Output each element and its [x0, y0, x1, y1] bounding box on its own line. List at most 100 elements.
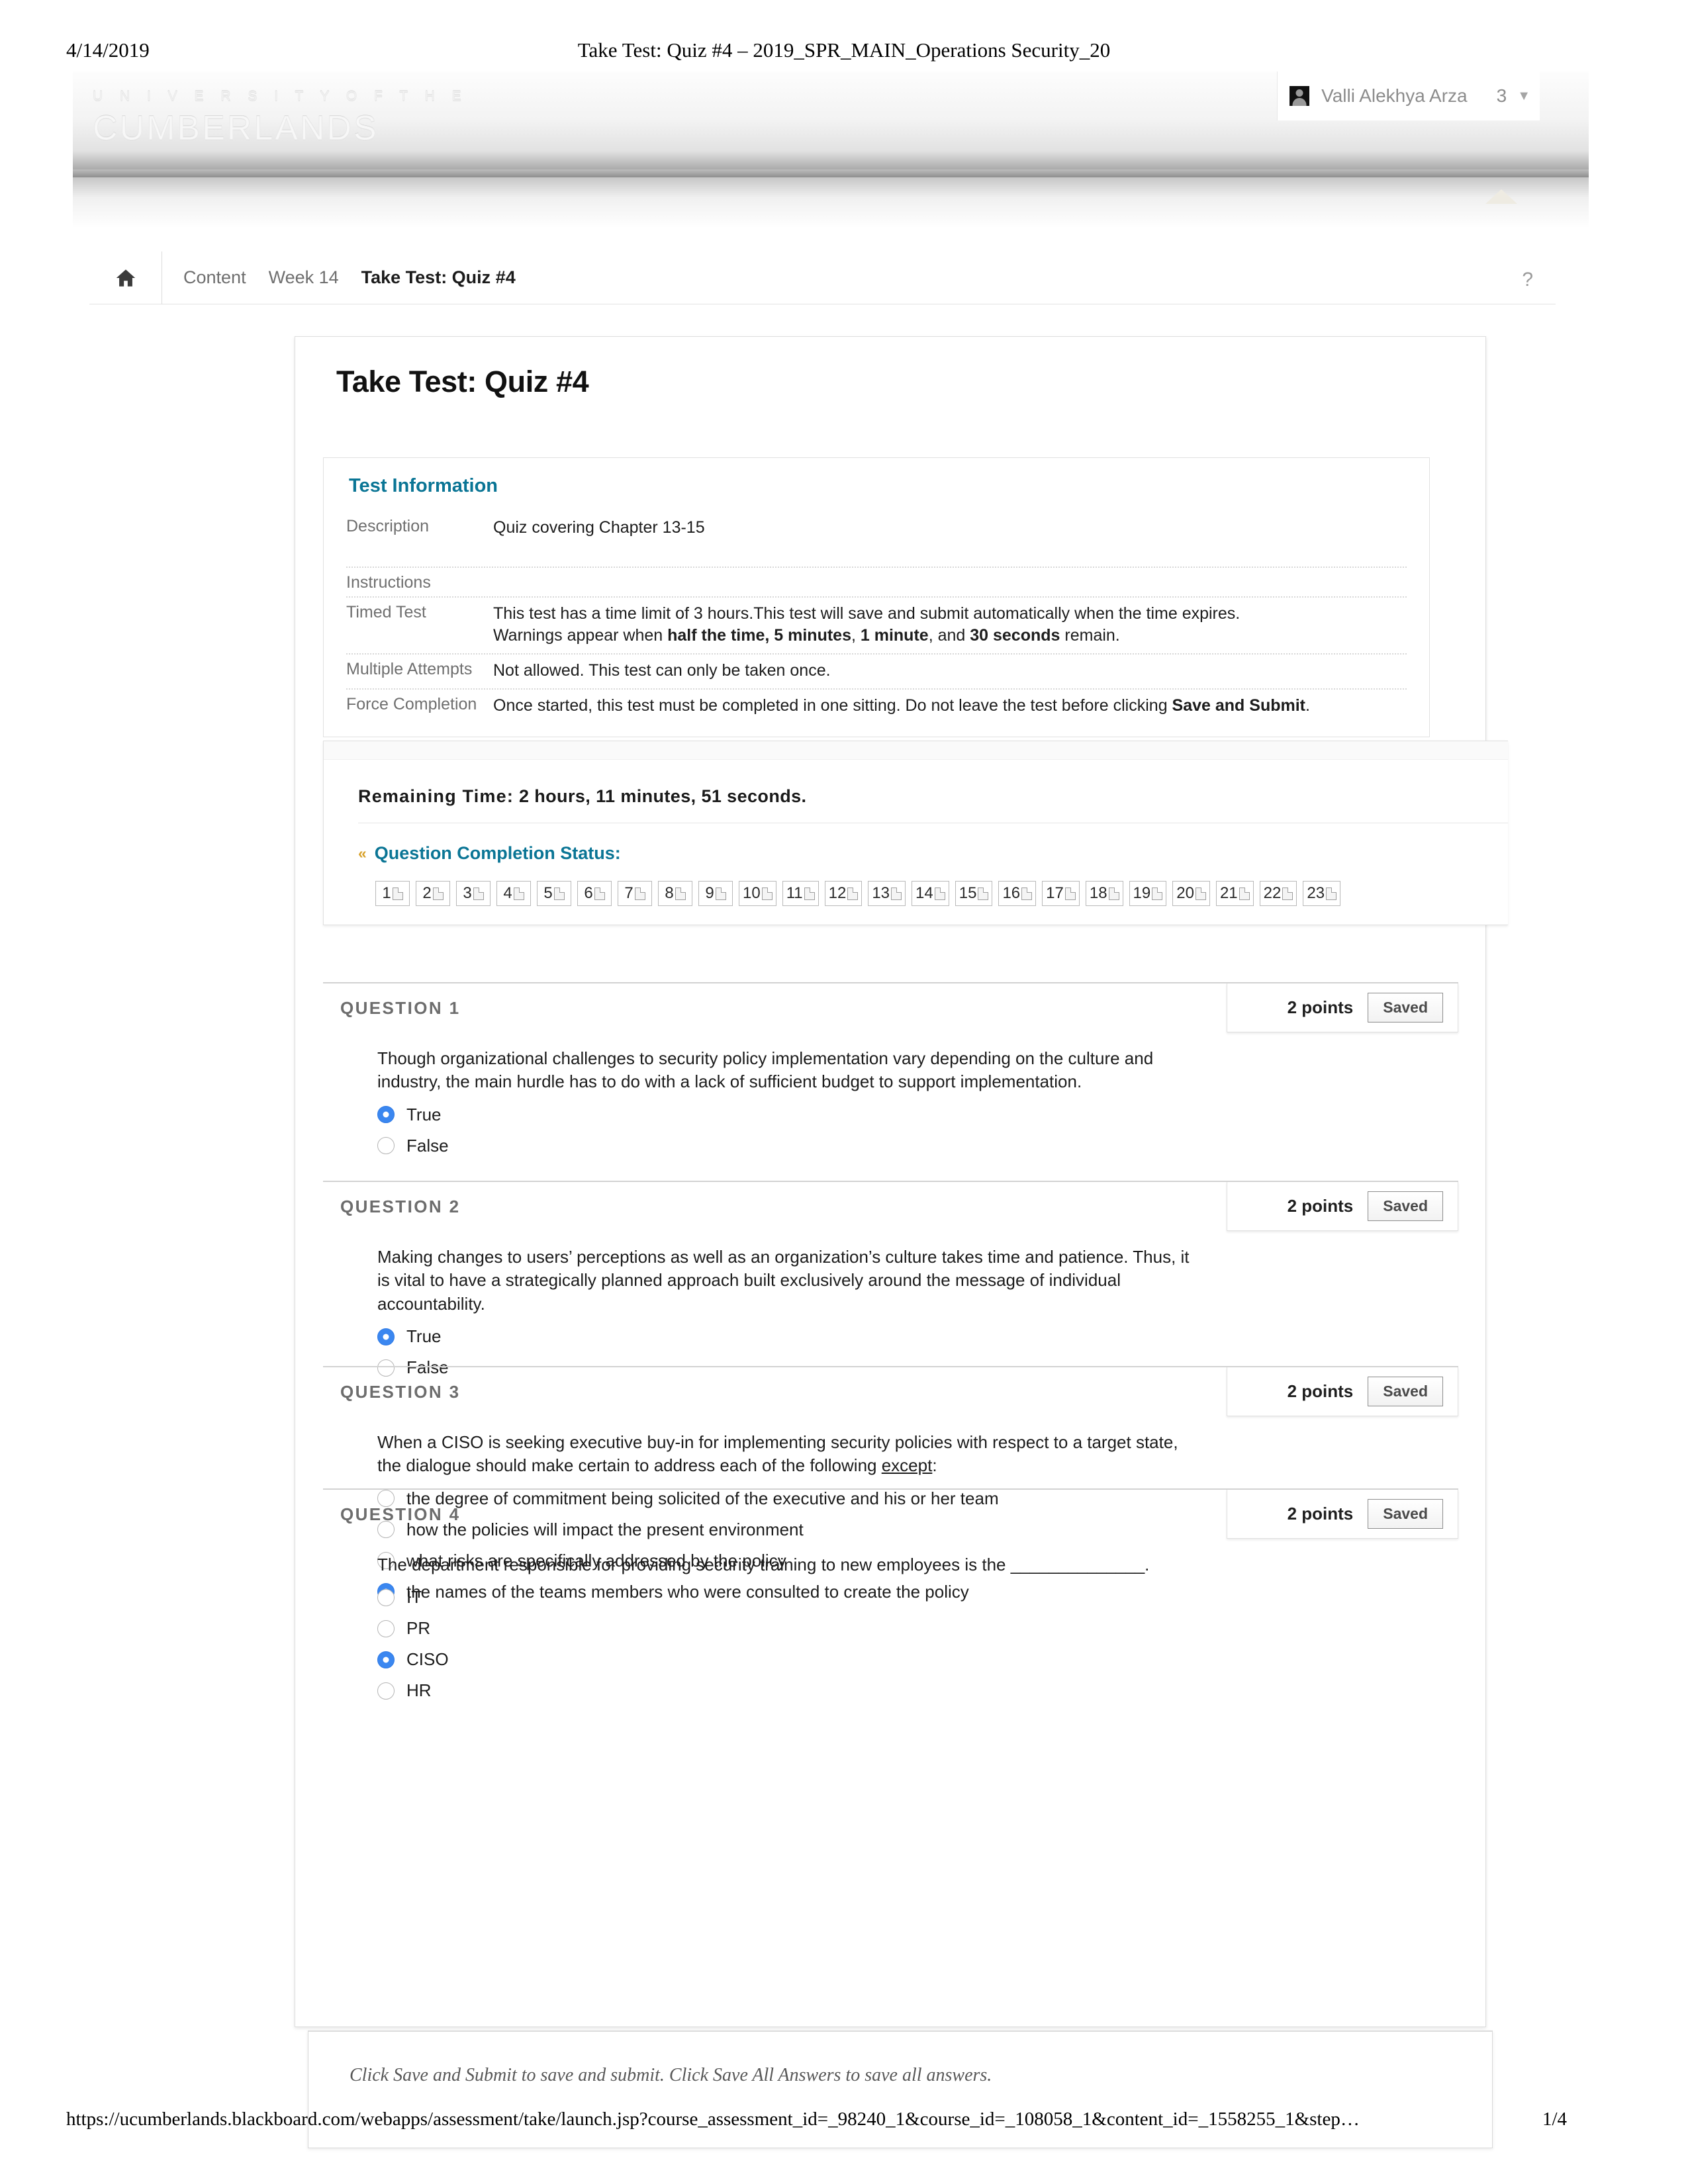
- test-info-value: This test has a time limit of 3 hours.Th…: [493, 603, 1240, 647]
- question-tile-list: 1 2 3 4 5 6 7 8 9 10 11 12 13 14 15 16 17 18 19 20 21 22 23: [358, 881, 1508, 906]
- page-icon: [513, 887, 524, 900]
- answer-option[interactable]: IT: [377, 1587, 1458, 1608]
- answer-option[interactable]: True: [377, 1326, 1458, 1347]
- answer-option-label: HR: [406, 1680, 432, 1701]
- question-tile-20[interactable]: 20: [1172, 881, 1210, 906]
- question-tile-6[interactable]: 6: [577, 881, 612, 906]
- page-icon: [847, 887, 859, 900]
- saved-status-button[interactable]: Saved: [1368, 1377, 1443, 1406]
- question-tile-18[interactable]: 18: [1085, 881, 1123, 906]
- question-tile-number: 20: [1176, 884, 1194, 902]
- panel-top-strip: [324, 741, 1508, 760]
- question-tile-number: 14: [915, 884, 933, 902]
- question-tile-number: 11: [786, 884, 803, 902]
- question-header: QUESTION 3 2 points Saved: [323, 1366, 1458, 1416]
- user-menu[interactable]: Valli Alekhya Arza 3 ▼: [1277, 71, 1540, 120]
- radio-button[interactable]: [377, 1682, 395, 1700]
- radio-button[interactable]: [377, 1106, 395, 1124]
- radio-button[interactable]: [377, 1651, 395, 1668]
- question-tile-9[interactable]: 9: [698, 881, 733, 906]
- timed-test-bold-3: 1 minute: [860, 626, 929, 645]
- question-tile-number: 15: [959, 884, 977, 902]
- question-tile-13[interactable]: 13: [868, 881, 906, 906]
- answer-option-label: IT: [406, 1587, 422, 1608]
- saved-status-button[interactable]: Saved: [1368, 1499, 1443, 1529]
- question-tile-14[interactable]: 14: [912, 881, 949, 906]
- timer-status-inner: Remaining Time: 2 hours, 11 minutes, 51 …: [324, 772, 1508, 925]
- question-tile-22[interactable]: 22: [1259, 881, 1297, 906]
- question-tile-number: 7: [624, 884, 633, 902]
- page-icon: [1326, 887, 1337, 900]
- saved-status-button[interactable]: Saved: [1368, 1191, 1443, 1221]
- saved-status-button[interactable]: Saved: [1368, 993, 1443, 1023]
- home-icon: [116, 269, 135, 287]
- menu-pointer-triangle: [1485, 189, 1517, 204]
- chevron-up-icon: «: [358, 844, 367, 862]
- answer-option[interactable]: CISO: [377, 1649, 1458, 1670]
- save-instructions: Click Save and Submit to save and submit…: [350, 2065, 992, 2085]
- question-tile-4[interactable]: 4: [496, 881, 531, 906]
- question-meta: 2 points Saved: [1227, 1182, 1458, 1231]
- question-tile-15[interactable]: 15: [955, 881, 993, 906]
- question-tile-2[interactable]: 2: [416, 881, 450, 906]
- question-tile-12[interactable]: 12: [824, 881, 863, 906]
- answer-option[interactable]: False: [377, 1136, 1458, 1156]
- help-icon[interactable]: ?: [1522, 269, 1533, 291]
- question-tile-number: 4: [503, 884, 512, 902]
- answer-option-label: CISO: [406, 1649, 449, 1670]
- breadcrumb-item-week-14[interactable]: Week 14: [269, 267, 339, 288]
- answer-option-label: False: [406, 1135, 449, 1156]
- question-text: The department responsible for providing…: [377, 1555, 1150, 1574]
- user-name: Valli Alekhya Arza: [1321, 85, 1468, 106]
- timed-test-sep-1: ,: [765, 626, 774, 645]
- question-tile-number: 18: [1089, 884, 1107, 902]
- application-frame: U N I V E R S I T Y O F T H E CUMBERLAND…: [73, 71, 1589, 2148]
- question-tile-17[interactable]: 17: [1042, 881, 1080, 906]
- page-icon: [891, 887, 902, 900]
- radio-button[interactable]: [377, 1137, 395, 1155]
- notification-count[interactable]: 3: [1497, 85, 1507, 107]
- question-tile-1[interactable]: 1: [375, 881, 410, 906]
- question-tile-16[interactable]: 16: [998, 881, 1037, 906]
- question-tile-10[interactable]: 10: [739, 881, 776, 906]
- home-button[interactable]: [89, 251, 162, 304]
- question-tile-number: 13: [872, 884, 890, 902]
- page-icon: [432, 887, 444, 900]
- question-meta: 2 points Saved: [1227, 983, 1458, 1032]
- question-text-pre: When a CISO is seeking executive buy-in …: [377, 1432, 1178, 1476]
- question-tile-19[interactable]: 19: [1129, 881, 1167, 906]
- answer-option[interactable]: True: [377, 1105, 1458, 1125]
- test-info-row-multiple-attempts: Multiple Attempts Not allowed. This test…: [346, 653, 1407, 688]
- breadcrumb-bar: Content Week 14 Take Test: Quiz #4 ?: [89, 251, 1556, 304]
- timed-test-bold-2: 5 minutes: [774, 626, 851, 645]
- question-body: Making changes to users’ perceptions as …: [323, 1230, 1458, 1378]
- question-tile-7[interactable]: 7: [618, 881, 652, 906]
- question-tile-3[interactable]: 3: [456, 881, 491, 906]
- page-icon: [1021, 887, 1033, 900]
- question-completion-status-toggle[interactable]: « Question Completion Status:: [358, 843, 1508, 864]
- radio-button[interactable]: [377, 1328, 395, 1345]
- question-tile-number: 22: [1263, 884, 1282, 902]
- question-tile-5[interactable]: 5: [537, 881, 571, 906]
- question-tile-23[interactable]: 23: [1303, 881, 1341, 906]
- timed-test-sep-2: ,: [851, 626, 861, 645]
- avatar: [1289, 86, 1310, 106]
- answer-option[interactable]: HR: [377, 1680, 1458, 1701]
- question-tile-11[interactable]: 11: [782, 881, 819, 906]
- question-tile-number: 16: [1002, 884, 1021, 902]
- question-tile-8[interactable]: 8: [658, 881, 692, 906]
- radio-button[interactable]: [377, 1619, 395, 1637]
- question-completion-status-label: Question Completion Status:: [374, 843, 621, 863]
- chevron-down-icon[interactable]: ▼: [1517, 89, 1530, 104]
- page-icon: [594, 887, 605, 900]
- question-header: QUESTION 1 2 points Saved: [323, 982, 1458, 1032]
- answer-option[interactable]: PR: [377, 1618, 1458, 1639]
- breadcrumb-item-content[interactable]: Content: [183, 267, 246, 288]
- radio-button[interactable]: [377, 1588, 395, 1606]
- question-tile-number: 10: [743, 884, 761, 902]
- timed-test-bold-1: half the time: [667, 626, 765, 645]
- question-tile-21[interactable]: 21: [1215, 881, 1254, 906]
- question-tile-number: 21: [1219, 884, 1238, 902]
- force-completion-pre: Once started, this test must be complete…: [493, 696, 1172, 715]
- question-block: QUESTION 1 2 points Saved Though organizati…: [323, 982, 1458, 1156]
